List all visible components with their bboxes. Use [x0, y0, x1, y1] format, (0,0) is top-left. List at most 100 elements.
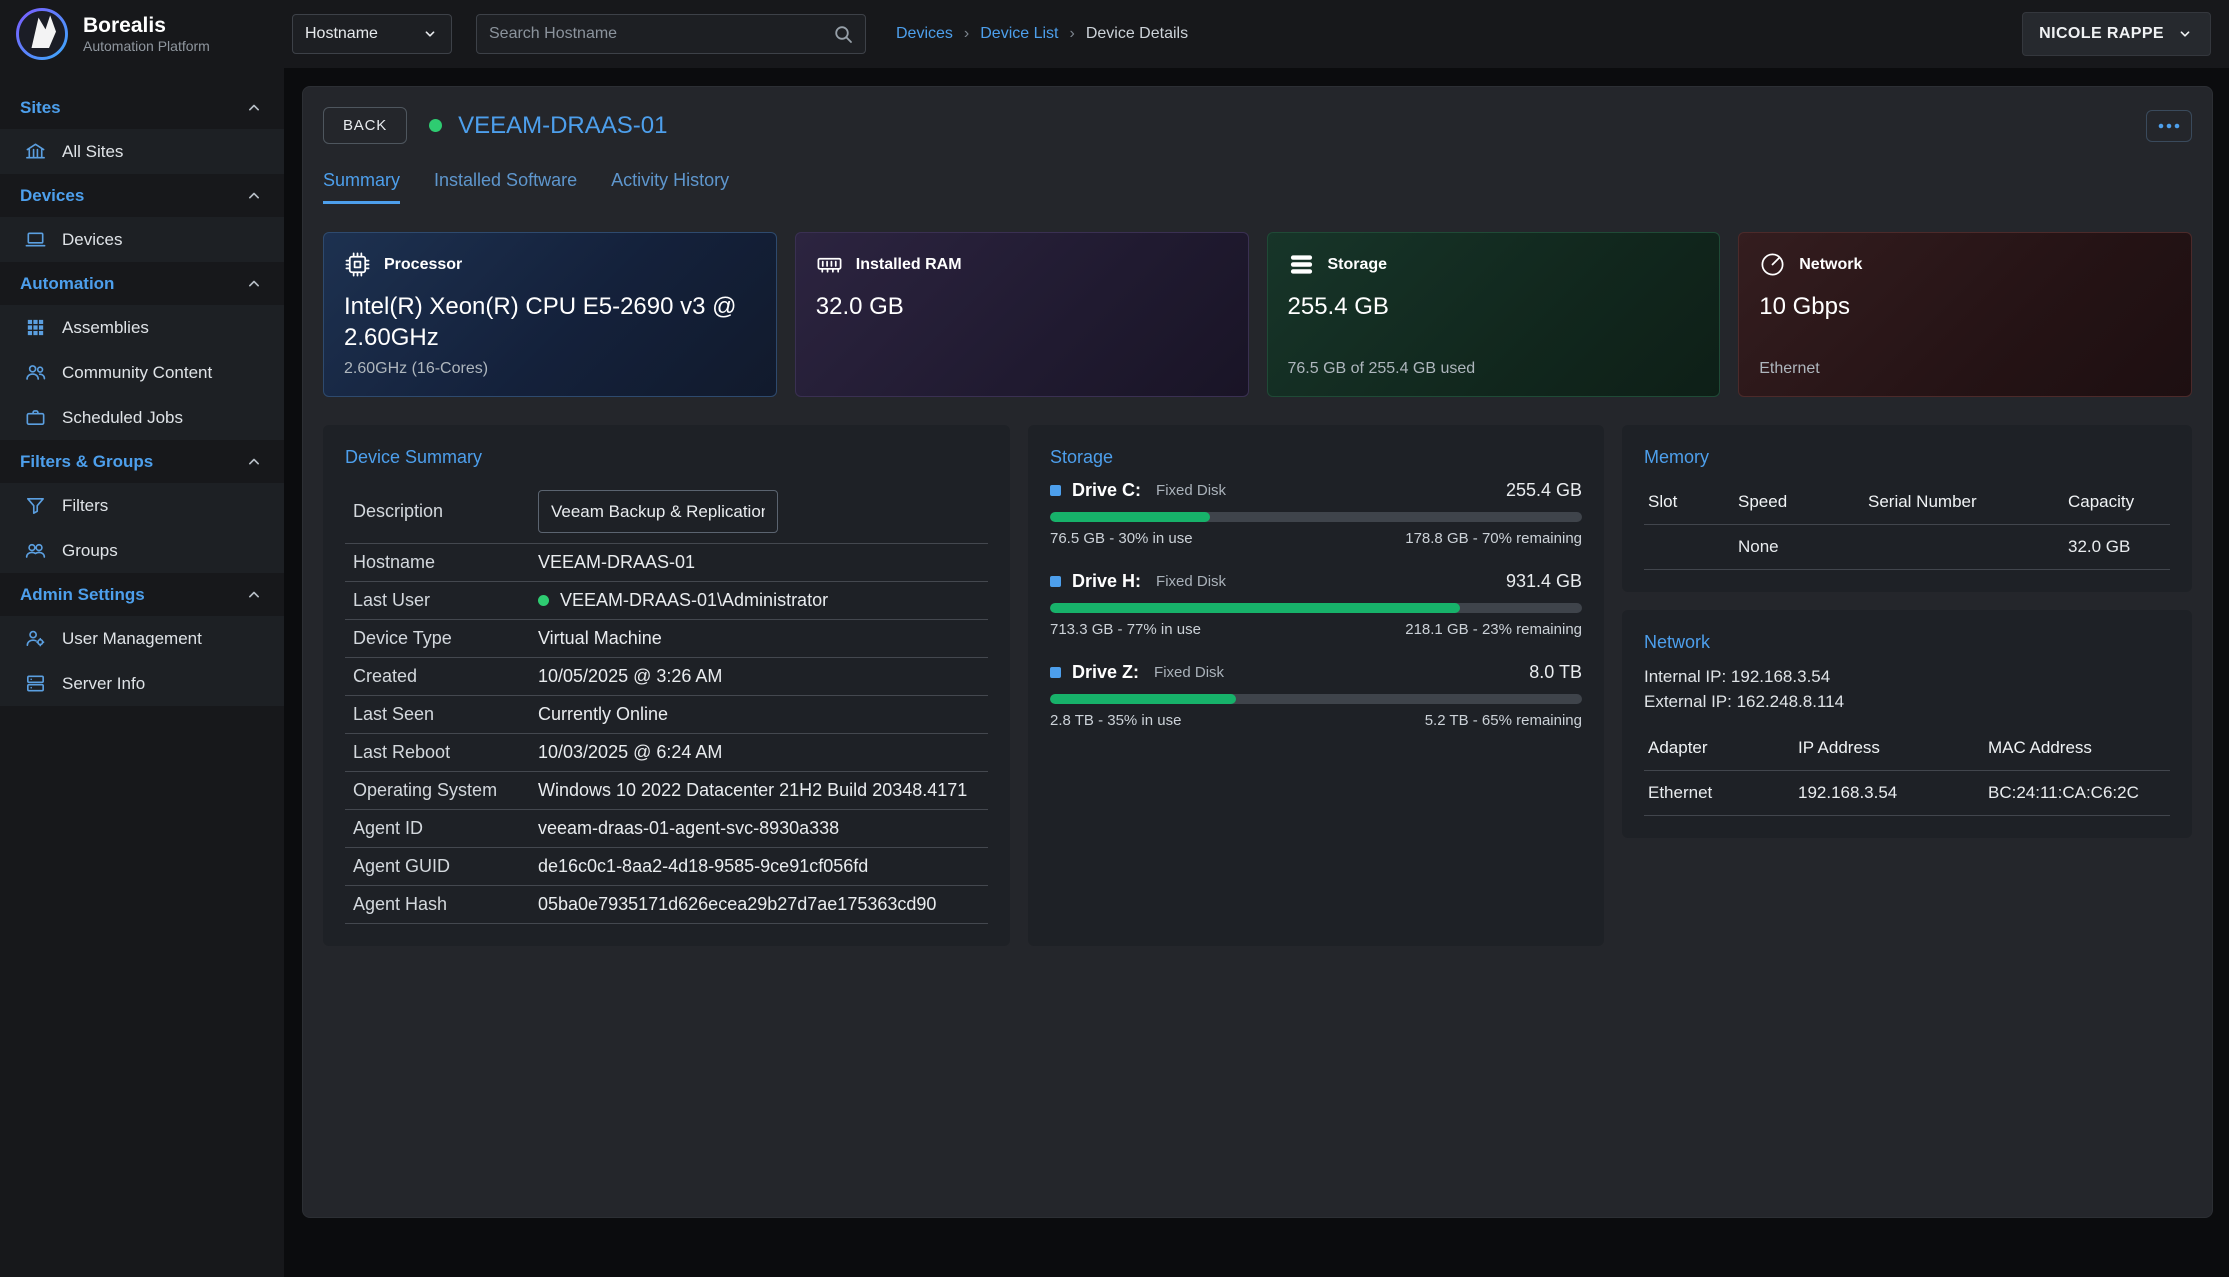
sidebar-item-all-sites[interactable]: All Sites	[0, 129, 284, 174]
section-label: Sites	[20, 98, 61, 118]
hostname-filter-dropdown[interactable]: Hostname	[292, 14, 452, 54]
row-label: Device Type	[353, 628, 538, 649]
sidebar-item-groups[interactable]: Groups	[0, 528, 284, 573]
user-online-dot	[538, 595, 549, 606]
memory-table-row: None 32.0 GB	[1644, 525, 2170, 570]
row-value: 05ba0e7935171d626ecea29b27d7ae175363cd90	[538, 894, 936, 915]
col-capacity: Capacity	[2068, 492, 2166, 512]
back-button[interactable]: BACK	[323, 107, 407, 144]
sidebar-section-sites: Sites All Sites	[0, 86, 284, 174]
breadcrumb-device-list[interactable]: Device List	[980, 25, 1058, 43]
brand-subtitle: Automation Platform	[83, 38, 210, 54]
tab-activity-history[interactable]: Activity History	[611, 170, 729, 204]
storage-icon	[1288, 251, 1315, 278]
chevron-down-icon	[421, 25, 439, 43]
ellipsis-icon	[2158, 123, 2180, 129]
memory-speed: None	[1738, 537, 1868, 557]
row-label: Last User	[353, 590, 538, 611]
table-row-last-seen: Last Seen Currently Online	[345, 696, 988, 734]
storage-footer: 76.5 GB of 255.4 GB used	[1288, 360, 1700, 378]
row-label: Last Seen	[353, 704, 538, 725]
drive-meta: 2.8 TB - 35% in use 5.2 TB - 65% remaini…	[1050, 712, 1582, 729]
processor-footer: 2.60GHz (16-Cores)	[344, 360, 756, 378]
filters-icon	[24, 494, 47, 517]
chevron-up-icon	[244, 186, 264, 206]
sidebar-section-admin-settings-header[interactable]: Admin Settings	[0, 573, 284, 616]
description-input[interactable]	[538, 490, 778, 533]
sidebar-item-assemblies[interactable]: Assemblies	[0, 305, 284, 350]
table-row-description: Description	[345, 480, 988, 544]
drive-type: Fixed Disk	[1156, 482, 1226, 499]
drive-name: Drive Z:	[1072, 662, 1139, 683]
chevron-up-icon	[244, 452, 264, 472]
network-value: 10 Gbps	[1759, 291, 2171, 322]
card-head: Installed RAM	[816, 251, 1228, 278]
drive-usage-fill	[1050, 694, 1236, 704]
brand: Borealis Automation Platform	[0, 6, 284, 62]
hostname-filter-value: Hostname	[305, 25, 378, 43]
adapter-mac: BC:24:11:CA:C6:2C	[1988, 783, 2166, 803]
row-label: Description	[353, 501, 538, 522]
tab-installed-software[interactable]: Installed Software	[434, 170, 577, 204]
last-user-value: VEEAM-DRAAS-01\Administrator	[560, 590, 828, 611]
row-label: Created	[353, 666, 538, 687]
tabs: Summary Installed Software Activity Hist…	[323, 170, 2192, 204]
breadcrumb: Devices › Device List › Device Details	[896, 25, 1188, 43]
device-online-dot	[429, 119, 442, 132]
col-mac-address: MAC Address	[1988, 738, 2166, 758]
server-info-icon	[24, 672, 47, 695]
drive-remaining: 5.2 TB - 65% remaining	[1425, 712, 1582, 729]
panels-row: Device Summary Description Hostname VEEA…	[323, 425, 2192, 946]
memory-table-header: Slot Speed Serial Number Capacity	[1644, 480, 2170, 525]
sidebar-section-filters-groups: Filters & Groups Filters Groups	[0, 440, 284, 573]
chevron-up-icon	[244, 274, 264, 294]
sidebar-item-user-management[interactable]: User Management	[0, 616, 284, 661]
installed-ram-card: Installed RAM 32.0 GB	[795, 232, 1249, 397]
network-table-row: Ethernet 192.168.3.54 BC:24:11:CA:C6:2C	[1644, 771, 2170, 816]
sidebar-section-devices-header[interactable]: Devices	[0, 174, 284, 217]
breadcrumb-devices[interactable]: Devices	[896, 25, 953, 43]
tab-summary[interactable]: Summary	[323, 170, 400, 204]
ram-footer	[816, 360, 1228, 378]
search-input[interactable]	[489, 25, 833, 43]
device-summary-panel: Device Summary Description Hostname VEEA…	[323, 425, 1010, 946]
drive-used: 76.5 GB - 30% in use	[1050, 530, 1193, 547]
section-label: Automation	[20, 274, 114, 294]
row-label: Agent Hash	[353, 894, 538, 915]
storage-panel-title: Storage	[1050, 447, 1582, 468]
sidebar-section-automation-header[interactable]: Automation	[0, 262, 284, 305]
row-value: VEEAM-DRAAS-01\Administrator	[538, 590, 828, 611]
scheduled-jobs-icon	[24, 406, 47, 429]
more-options-button[interactable]	[2146, 110, 2192, 142]
network-card: Network 10 Gbps Ethernet	[1738, 232, 2192, 397]
storage-card: Storage 255.4 GB 76.5 GB of 255.4 GB use…	[1267, 232, 1721, 397]
row-value: 10/05/2025 @ 3:26 AM	[538, 666, 722, 687]
network-icon	[1759, 251, 1786, 278]
table-row-device-type: Device Type Virtual Machine	[345, 620, 988, 658]
sidebar-item-server-info[interactable]: Server Info	[0, 661, 284, 706]
page-title: VEEAM-DRAAS-01	[458, 112, 667, 140]
user-management-icon	[24, 627, 47, 650]
card-head: Storage	[1288, 251, 1700, 278]
drive-icon	[1050, 576, 1061, 587]
layout: Sites All Sites Devices Devices	[0, 68, 2229, 1277]
table-row-last-reboot: Last Reboot 10/03/2025 @ 6:24 AM	[345, 734, 988, 772]
drive-icon	[1050, 485, 1061, 496]
ram-icon	[816, 251, 843, 278]
sidebar-item-filters[interactable]: Filters	[0, 483, 284, 528]
row-value: de16c0c1-8aa2-4d18-9585-9ce91cf056fd	[538, 856, 868, 877]
sidebar-item-scheduled-jobs[interactable]: Scheduled Jobs	[0, 395, 284, 440]
table-row-operating-system: Operating System Windows 10 2022 Datacen…	[345, 772, 988, 810]
sidebar-item-devices[interactable]: Devices	[0, 217, 284, 262]
drive-remaining: 178.8 GB - 70% remaining	[1405, 530, 1582, 547]
row-value: Virtual Machine	[538, 628, 662, 649]
search-box[interactable]	[476, 14, 866, 54]
drive-usage-fill	[1050, 603, 1460, 613]
user-menu-button[interactable]: NICOLE RAPPE	[2022, 12, 2211, 56]
network-footer: Ethernet	[1759, 360, 2171, 378]
drive-used: 713.3 GB - 77% in use	[1050, 621, 1201, 638]
sidebar-section-filters-groups-header[interactable]: Filters & Groups	[0, 440, 284, 483]
sidebar-section-sites-header[interactable]: Sites	[0, 86, 284, 129]
network-table: Adapter IP Address MAC Address Ethernet …	[1644, 726, 2170, 816]
sidebar-item-community-content[interactable]: Community Content	[0, 350, 284, 395]
